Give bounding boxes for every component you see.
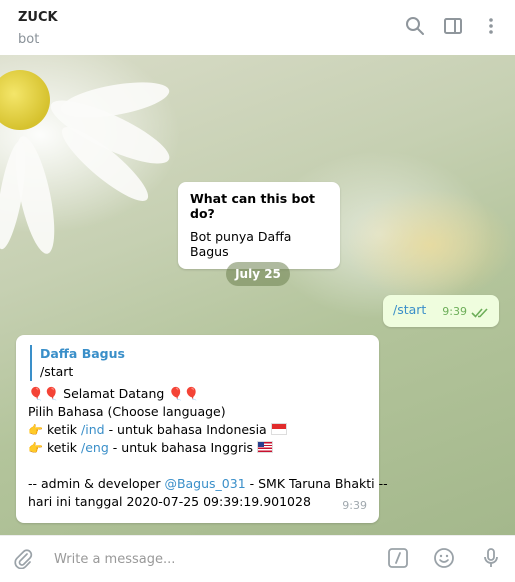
read-checks-icon bbox=[471, 308, 488, 318]
welcome-line: 🎈🎈 Selamat Datang 🎈🎈 bbox=[28, 385, 367, 403]
outgoing-message[interactable]: /start 9:39 bbox=[383, 295, 499, 327]
outgoing-time: 9:39 bbox=[442, 305, 467, 318]
balloon-icon: 🎈 bbox=[168, 386, 184, 401]
option-eng: 👉 ketik /eng - untuk bahasa Inggris bbox=[28, 439, 367, 457]
more-icon[interactable] bbox=[481, 16, 501, 36]
balloon-icon: 🎈 bbox=[43, 386, 60, 401]
language-prompt: Pilih Bahasa (Choose language) bbox=[28, 404, 226, 419]
us-flag-icon bbox=[257, 441, 274, 453]
command-icon[interactable] bbox=[387, 547, 409, 569]
option-eng-desc: - untuk bahasa Inggris bbox=[112, 440, 254, 455]
footer-line-2: hari ini tanggal 2020-07-25 09:39:19.901… bbox=[28, 494, 311, 509]
command-eng-link[interactable]: /eng bbox=[81, 440, 109, 455]
mic-icon[interactable] bbox=[480, 547, 502, 569]
option-eng-prefix: ketik bbox=[46, 440, 78, 455]
emoji-icon[interactable] bbox=[433, 547, 455, 569]
date-divider: July 25 bbox=[226, 262, 290, 286]
attach-icon[interactable] bbox=[12, 547, 34, 569]
developer-mention-link[interactable]: @Bagus_031 bbox=[164, 476, 245, 491]
bot-info-question: What can this bot do? bbox=[190, 191, 316, 221]
reply-quote[interactable]: Daffa Bagus /start bbox=[30, 345, 367, 381]
option-ind: 👉 ketik /ind - untuk bahasa Indonesia bbox=[28, 421, 367, 439]
command-ind-link[interactable]: /ind bbox=[81, 422, 105, 437]
indonesia-flag-icon bbox=[270, 423, 287, 435]
pointing-hand-icon: 👉 bbox=[28, 423, 43, 437]
header-actions bbox=[405, 16, 501, 36]
bot-info-answer: Bot punya Daffa Bagus bbox=[190, 229, 292, 259]
balloon-icon: 🎈 bbox=[28, 386, 44, 401]
footer-suffix: - SMK Taruna Bhakti -- bbox=[249, 476, 388, 491]
incoming-time: 9:39 bbox=[342, 499, 367, 512]
message-composer bbox=[0, 535, 515, 582]
reply-author: Daffa Bagus bbox=[40, 346, 125, 361]
option-ind-desc: - untuk bahasa Indonesia bbox=[108, 422, 267, 437]
pointing-hand-icon: 👉 bbox=[28, 441, 43, 455]
search-icon[interactable] bbox=[405, 16, 425, 36]
incoming-message[interactable]: Daffa Bagus /start 🎈🎈 Selamat Datang 🎈🎈 … bbox=[16, 335, 388, 523]
bot-info-bubble: What can this bot do? Bot punya Daffa Ba… bbox=[178, 182, 340, 269]
background-flower-center bbox=[0, 70, 50, 130]
welcome-text: Selamat Datang bbox=[63, 386, 165, 401]
footer-line-1: -- admin & developer @Bagus_031 - SMK Ta… bbox=[28, 475, 388, 493]
footer-prefix: -- admin & developer bbox=[28, 476, 161, 491]
sidebar-icon[interactable] bbox=[443, 16, 463, 36]
outgoing-command[interactable]: /start bbox=[393, 302, 426, 317]
chat-area[interactable]: What can this bot do? Bot punya Daffa Ba… bbox=[0, 55, 515, 535]
reply-text: /start bbox=[40, 364, 74, 379]
message-input[interactable] bbox=[52, 536, 376, 582]
option-ind-prefix: ketik bbox=[46, 422, 78, 437]
balloon-icon: 🎈 bbox=[183, 386, 200, 401]
chat-header: ZUCK bot bbox=[0, 0, 515, 55]
